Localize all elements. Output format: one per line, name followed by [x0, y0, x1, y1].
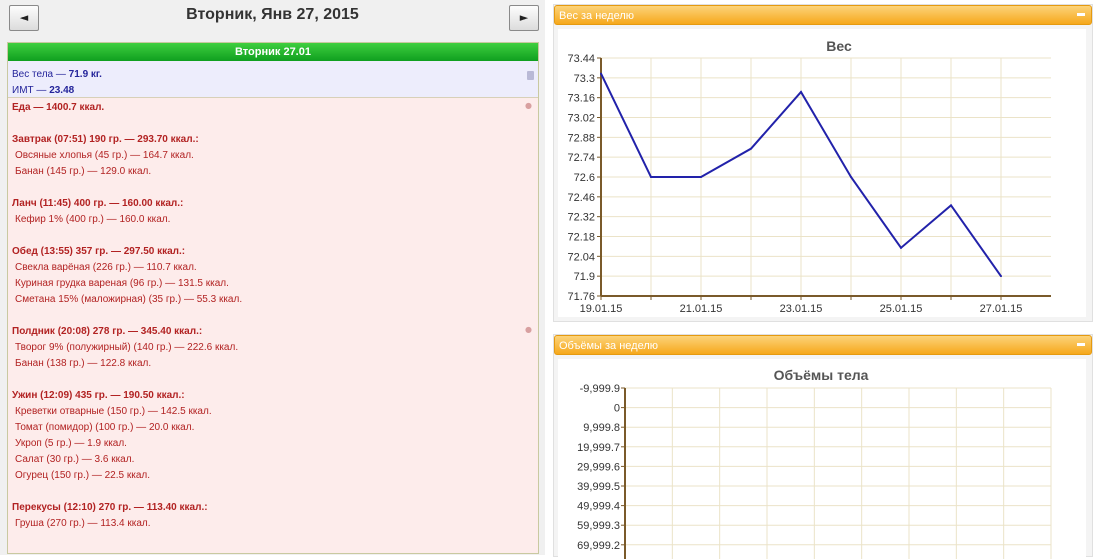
bmi-value: 23.48 [49, 85, 75, 96]
meal-title: Завтрак (07:51) 190 гр. — 293.70 ккал.: [12, 134, 199, 145]
y-tick-label: 72.88 [567, 132, 595, 144]
delete-weight-icon[interactable] [527, 71, 534, 80]
y-tick-label: 72.04 [567, 251, 595, 263]
day-panel: Вторник 27.01 Вес тела — 71.9 кг. ИМТ — … [7, 42, 539, 554]
food-item: Груша (270 гр.) — 113.4 ккал. [15, 518, 151, 529]
volume-week-title: Объёмы за неделю [559, 340, 659, 352]
food-item: Кефир 1% (400 гр.) — 160.0 ккал. [15, 214, 171, 225]
y-tick-label: 39,999.5 [577, 481, 620, 493]
meal-title: Перекусы (12:10) 270 гр. — 113.40 ккал.: [12, 502, 208, 513]
meal-title: Ужин (12:09) 435 гр. — 190.50 ккал.: [12, 390, 185, 401]
meal-list: Завтрак (07:51) 190 гр. — 293.70 ккал.: О… [12, 116, 538, 532]
x-tick-label: 27.01.15 [980, 303, 1023, 315]
meal-title: Обед (13:55) 357 гр. — 297.50 ккал.: [12, 246, 186, 257]
meal-spacer [12, 372, 538, 388]
x-tick-label: 21.01.15 [680, 303, 723, 315]
meal-spacer [12, 484, 538, 500]
chart-title: Объёмы тела [774, 367, 869, 383]
data-point [650, 176, 652, 178]
body-weight-line: Вес тела — 71.9 кг. [12, 67, 538, 83]
y-tick-label: 9,999.8 [583, 422, 620, 434]
data-point [800, 91, 802, 93]
meal-spacer [12, 308, 538, 324]
data-point [900, 246, 902, 249]
food-item: Банан (138 гр.) — 122.8 ккал. [15, 358, 152, 369]
weight-section: Вес тела — 71.9 кг. ИМТ — 23.48 [8, 61, 538, 98]
bmi-line: ИМТ — 23.48 [12, 83, 538, 99]
y-tick-label: 69,999.2 [577, 540, 620, 552]
apple-icon[interactable]: ● [525, 102, 533, 110]
y-tick-label: 71.76 [567, 291, 595, 303]
volume-chart: Объёмы тела -9,999.9 0 9,999.8 19,999.7 29,99… [558, 359, 1086, 559]
volume-week-panel: Объёмы за неделю Объёмы тела -9,999.9 0 9,9… [553, 334, 1093, 559]
meal-title: Ланч (11:45) 400 гр. — 160.00 ккал.: [12, 198, 184, 209]
arrow-left-icon: ◄ [19, 11, 29, 24]
next-day-button[interactable]: ► [509, 5, 539, 31]
x-tick-label: 23.01.15 [780, 303, 823, 315]
food-item: Креветки отварные (150 гр.) — 142.5 ккал… [15, 406, 212, 417]
meal-spacer [12, 228, 538, 244]
weight-week-title: Вес за неделю [559, 10, 635, 22]
food-item: Овсяные хлопья (45 гр.) — 164.7 ккал. [15, 150, 194, 161]
food-item: Банан (145 гр.) — 129.0 ккал. [15, 166, 152, 177]
y-tick-label: 0 [614, 403, 620, 415]
y-tick-label: 29,999.6 [577, 461, 620, 473]
food-item: Салат (30 гр.) — 3.6 ккал. [15, 454, 135, 465]
meal-spacer [12, 116, 538, 132]
y-tick-label: 72.18 [567, 232, 595, 244]
food-item: Куриная грудка вареная (96 гр.) — 131.5 … [15, 278, 229, 289]
y-tick-label: 19,999.7 [577, 442, 620, 454]
y-tick-label: 59,999.3 [577, 520, 620, 532]
body-weight-value: 71.9 кг. [68, 69, 102, 80]
apple-icon[interactable]: ● [525, 326, 533, 334]
y-tick-label: 73.44 [567, 53, 595, 65]
meal-spacer [12, 180, 538, 196]
food-item: Творог 9% (полужирный) (140 гр.) — 222.6… [15, 342, 239, 353]
diary-column: ◄ Вторник, Янв 27, 2015 ► Вторник 27.01 … [0, 0, 545, 555]
food-total: Еда — 1400.7 ккал. [12, 102, 105, 113]
x-tick-label: 25.01.15 [880, 303, 923, 315]
weight-week-header[interactable]: Вес за неделю [554, 5, 1092, 25]
x-tick-label: 19.01.15 [580, 303, 623, 315]
weight-chart: Вес 73.44 73.3 73.16 73.02 72.88 72.74 72.6 72.4… [558, 29, 1086, 317]
data-point [1000, 275, 1002, 278]
body-weight-label: Вес тела — [12, 69, 69, 80]
food-item: Сметана 15% (маложирная) (35 гр.) — 55.3… [15, 294, 243, 305]
y-tick-label: 73.3 [574, 73, 595, 85]
y-tick-label: 73.16 [567, 93, 595, 105]
food-item: Огурец (150 гр.) — 22.5 ккал. [15, 470, 150, 481]
collapse-icon[interactable] [1077, 13, 1085, 16]
data-point [850, 176, 852, 178]
data-point [600, 72, 602, 75]
day-header: Вторник 27.01 [8, 43, 538, 61]
data-point [700, 176, 702, 178]
food-item: Свекла варёная (226 гр.) — 110.7 ккал. [15, 262, 197, 273]
meal-title: Полдник (20:08) 278 гр. — 345.40 ккал.: [12, 326, 203, 337]
arrow-right-icon: ► [519, 11, 529, 24]
date-title: Вторник, Янв 27, 2015 [186, 6, 359, 23]
y-tick-label: 72.74 [567, 152, 595, 164]
food-item: Укроп (5 гр.) — 1.9 ккал. [15, 438, 127, 449]
y-tick-label: 72.46 [567, 192, 595, 204]
food-item: Томат (помидор) (100 гр.) — 20.0 ккал. [15, 422, 195, 433]
data-point [750, 147, 752, 150]
food-section: Еда — 1400.7 ккал. Завтрак (07:51) 190 г… [8, 98, 538, 532]
previous-day-button[interactable]: ◄ [9, 5, 39, 31]
bmi-label: ИМТ — [12, 85, 50, 96]
y-tick-label: 71.9 [574, 271, 595, 283]
y-tick-label: 73.02 [567, 113, 595, 125]
volume-week-header[interactable]: Объёмы за неделю [554, 335, 1092, 355]
y-tick-label: -9,999.9 [580, 383, 620, 395]
y-tick-label: 72.6 [574, 172, 595, 184]
weight-week-panel: Вес за неделю Вес 73.44 73.3 73.16 73.02 72.8… [553, 4, 1093, 322]
collapse-icon[interactable] [1077, 343, 1085, 346]
y-tick-label: 72.32 [567, 212, 595, 224]
data-point [950, 204, 952, 207]
chart-title: Вес [826, 38, 852, 54]
y-tick-label: 49,999.4 [577, 501, 620, 513]
